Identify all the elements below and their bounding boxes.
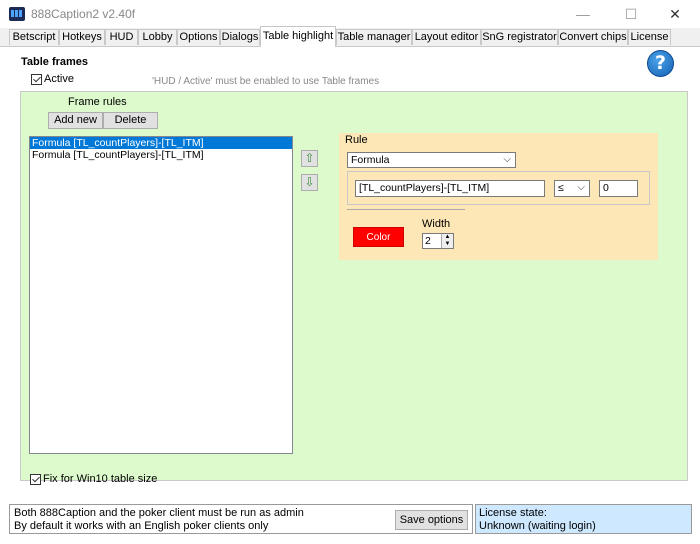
arrow-down-icon: ⇩	[304, 175, 315, 189]
list-item[interactable]: Formula [TL_countPlayers]-[TL_ITM]	[30, 137, 292, 149]
frame-rules-panel: Frame rules Add new Delete Formula [TL_c…	[20, 91, 688, 481]
divider	[347, 209, 465, 210]
maximize-button[interactable]: ☐	[608, 0, 654, 28]
delete-button[interactable]: Delete	[103, 112, 158, 129]
license-state-label: License state:	[479, 507, 547, 519]
width-value: 2	[425, 235, 431, 247]
fix-win10-label[interactable]: Fix for Win10 table size	[43, 473, 157, 485]
list-item[interactable]: Formula [TL_countPlayers]-[TL_ITM]	[30, 149, 292, 161]
tab-layout-editor[interactable]: Layout editor	[412, 29, 481, 45]
fix-win10-checkbox[interactable]	[30, 474, 41, 485]
tab-strip: Betscript Hotkeys HUD Lobby Options Dial…	[0, 26, 700, 47]
width-label: Width	[422, 218, 451, 230]
table-highlight-page: Table frames Active 'HUD / Active' must …	[9, 47, 692, 504]
operator-select[interactable]: ≤ ⌵	[554, 180, 590, 197]
page-title: Table frames	[21, 56, 89, 68]
help-icon[interactable]: ?	[647, 50, 674, 77]
tab-lobby[interactable]: Lobby	[138, 29, 177, 45]
tab-hotkeys[interactable]: Hotkeys	[59, 29, 105, 45]
arrow-up-icon: ⇧	[304, 151, 315, 165]
tab-dialogs[interactable]: Dialogs	[220, 29, 260, 45]
active-label[interactable]: Active	[44, 73, 74, 85]
license-status: License state: Unknown (waiting login)	[475, 504, 692, 534]
formula-row: [TL_countPlayers]-[TL_ITM] ≤ ⌵ 0	[347, 171, 650, 205]
minimize-button[interactable]: —	[560, 0, 606, 28]
tab-table-highlight[interactable]: Table highlight	[260, 26, 336, 47]
tab-convert-chips[interactable]: Convert chips	[558, 29, 628, 45]
threshold-input[interactable]: 0	[599, 180, 638, 197]
stepper-down-icon[interactable]: ▼	[441, 241, 453, 248]
formula-input[interactable]: [TL_countPlayers]-[TL_ITM]	[355, 180, 545, 197]
tab-options[interactable]: Options	[177, 29, 220, 45]
window-title: 888Caption2 v2.40f	[31, 7, 136, 21]
admin-notice: Both 888Caption and the poker client mus…	[9, 504, 473, 534]
rule-type-value: Formula	[351, 154, 390, 166]
rule-type-select[interactable]: Formula ⌵	[347, 152, 516, 168]
app-logo-icon	[9, 7, 25, 21]
status-line-1: Both 888Caption and the poker client mus…	[14, 507, 304, 519]
tab-license[interactable]: License	[628, 29, 671, 45]
add-new-button[interactable]: Add new	[48, 112, 103, 129]
active-checkbox[interactable]	[31, 74, 42, 85]
tab-betscript[interactable]: Betscript	[9, 29, 59, 45]
close-button[interactable]: ✕	[652, 0, 698, 28]
frame-rules-list[interactable]: Formula [TL_countPlayers]-[TL_ITM] Formu…	[29, 136, 293, 454]
tab-hud[interactable]: HUD	[105, 29, 138, 45]
tab-sng-registrator[interactable]: SnG registrator	[481, 29, 558, 45]
operator-value: ≤	[558, 182, 564, 194]
move-up-button[interactable]: ⇧	[301, 150, 318, 167]
frame-rules-label: Frame rules	[68, 96, 127, 108]
license-state-value: Unknown (waiting login)	[479, 520, 596, 532]
color-button[interactable]: Color	[353, 227, 404, 247]
active-hint: 'HUD / Active' must be enabled to use Ta…	[152, 76, 380, 87]
move-down-button[interactable]: ⇩	[301, 174, 318, 191]
status-line-2: By default it works with an English poke…	[14, 520, 269, 532]
chevron-down-icon: ⌵	[577, 182, 585, 193]
title-bar: 888Caption2 v2.40f — ☐ ✕	[0, 0, 700, 28]
rule-panel: Rule Formula ⌵ [TL_countPlayers]-[TL_ITM…	[339, 133, 658, 260]
rule-label: Rule	[345, 134, 368, 146]
status-bar: Both 888Caption and the poker client mus…	[9, 504, 692, 534]
save-options-button[interactable]: Save options	[395, 510, 468, 530]
width-stepper[interactable]: 2 ▲ ▼	[422, 233, 454, 249]
tab-table-manager[interactable]: Table manager	[336, 29, 412, 45]
chevron-down-icon: ⌵	[503, 154, 511, 165]
app-window: 888Caption2 v2.40f — ☐ ✕ Betscript Hotke…	[0, 0, 700, 544]
